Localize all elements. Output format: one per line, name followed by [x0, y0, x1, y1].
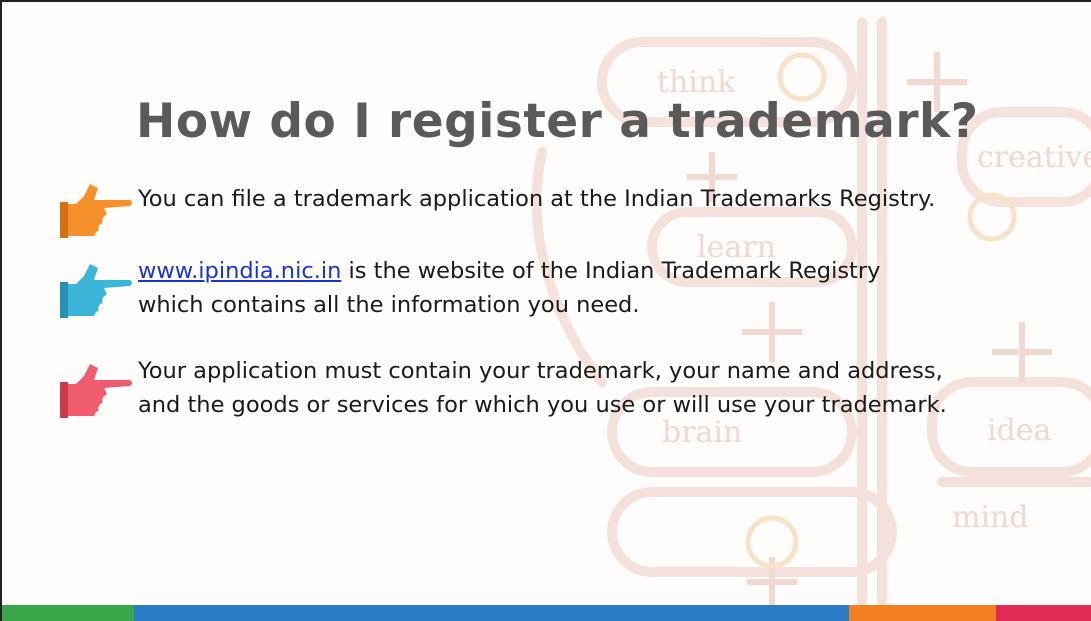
bullet-line: www.ipindia.nic.in is the website of the… — [138, 254, 880, 288]
bullet-line: which contains all the information you n… — [138, 292, 640, 318]
bg-word: idea — [987, 413, 1052, 448]
bullet-text: www.ipindia.nic.in is the website of the… — [138, 254, 880, 322]
hand-pointing-icon — [60, 184, 132, 238]
bullet-text: Your application must contain your trade… — [138, 354, 947, 422]
bg-word: mind — [952, 500, 1029, 535]
bullet-line: Your application must contain your trade… — [138, 358, 943, 384]
bullet-line: and the goods or services for which you … — [138, 392, 947, 418]
bullet-line: You can file a trademark application at … — [138, 186, 936, 212]
footer-bar-orange — [849, 605, 996, 621]
hand-pointing-icon — [60, 264, 132, 318]
hand-pointing-icon — [60, 364, 132, 418]
bullet-text: You can file a trademark application at … — [138, 182, 935, 216]
footer-bar-pink — [996, 605, 1091, 621]
slide: think creative learn brain idea mind How… — [0, 0, 1091, 621]
slide-title: How do I register a trademark? — [136, 94, 979, 149]
footer-bar-blue — [134, 605, 849, 621]
footer-bar-green — [2, 605, 134, 621]
bg-word: creative — [977, 140, 1091, 175]
ipindia-link[interactable]: www.ipindia.nic.in — [138, 258, 341, 284]
bullet-line-rest: is the website of the Indian Trademark R… — [341, 258, 881, 284]
